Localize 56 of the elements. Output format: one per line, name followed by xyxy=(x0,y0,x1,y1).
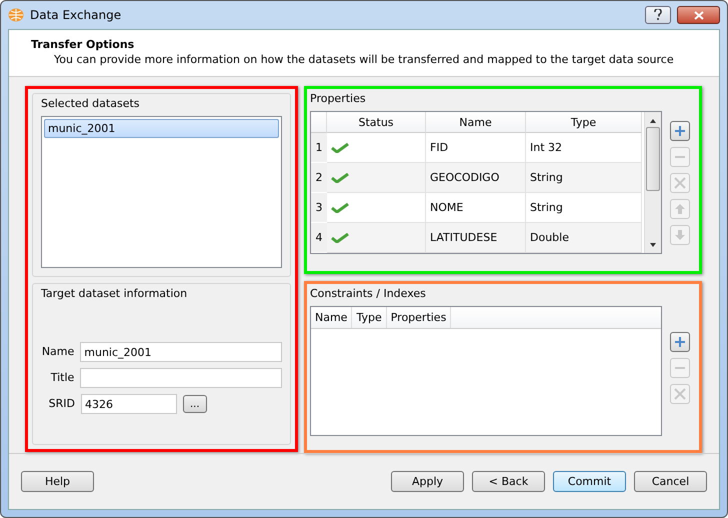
field-label: Title xyxy=(50,371,74,385)
table-cell: String xyxy=(526,163,642,193)
row-number: 1 xyxy=(311,133,327,163)
table-cell: Double xyxy=(526,223,642,253)
add-button[interactable] xyxy=(670,332,690,352)
group-title: Target dataset information xyxy=(41,286,188,302)
group-title: Constraints / Indexes xyxy=(310,286,427,302)
dialog-button[interactable]: Apply xyxy=(391,471,464,492)
add-button[interactable] xyxy=(670,121,690,141)
question-icon xyxy=(654,9,662,20)
up-arrow-icon xyxy=(649,117,657,125)
column-header[interactable]: Name xyxy=(426,112,526,133)
dialog-button[interactable]: Cancel xyxy=(634,471,707,492)
help-button[interactable] xyxy=(645,6,671,24)
table-cell: GEOCODIGO xyxy=(426,163,526,193)
row-number: 3 xyxy=(311,193,327,223)
corner-header xyxy=(311,112,327,133)
dialog-button[interactable]: < Back xyxy=(472,471,545,492)
dialog-button[interactable]: Commit xyxy=(553,471,626,492)
table-cell: LATITUDESE xyxy=(426,223,526,253)
scroll-thumb[interactable] xyxy=(646,127,660,191)
plus-icon xyxy=(674,125,686,137)
tools-icon xyxy=(674,388,686,400)
column-header[interactable]: Type xyxy=(526,112,642,133)
dialog-button[interactable]: Help xyxy=(21,471,94,492)
table-cell: NOME xyxy=(426,193,526,223)
table-cell: FID xyxy=(426,133,526,163)
table-cell: String xyxy=(526,193,642,223)
group-title: Properties xyxy=(310,91,367,107)
header-title: Transfer Options xyxy=(31,38,136,51)
row-number: 4 xyxy=(311,223,327,253)
field-label: Name xyxy=(41,345,74,359)
column-header[interactable]: Status xyxy=(327,112,426,133)
down-arrow-icon xyxy=(674,229,686,241)
down-arrow-icon xyxy=(649,241,657,249)
input-field[interactable]: munic_2001 xyxy=(80,342,282,362)
input-field[interactable]: 4326 xyxy=(81,394,177,414)
plus-icon xyxy=(674,336,686,348)
input-field[interactable] xyxy=(80,368,282,388)
column-header[interactable]: Properties xyxy=(386,307,452,328)
column-header[interactable]: Name xyxy=(311,307,352,328)
column-header[interactable]: Type xyxy=(352,307,387,328)
list-item[interactable]: munic_2001 xyxy=(44,119,279,138)
window-title: Data Exchange xyxy=(30,8,122,22)
close-button[interactable] xyxy=(677,6,720,24)
field-label: SRID xyxy=(48,397,75,411)
close-icon xyxy=(694,11,704,20)
browse-button[interactable]: ... xyxy=(183,395,207,413)
row-number: 2 xyxy=(311,163,327,193)
scrollbar[interactable] xyxy=(644,112,661,253)
globe-icon xyxy=(8,8,24,22)
tools-icon xyxy=(674,177,686,189)
group-title: Selected datasets xyxy=(41,96,141,112)
table-cell: Int 32 xyxy=(526,133,642,163)
up-arrow-icon xyxy=(674,203,686,215)
header-subtitle: You can provide more information on how the datasets will be transferred and mapped to the target data source xyxy=(53,53,675,66)
